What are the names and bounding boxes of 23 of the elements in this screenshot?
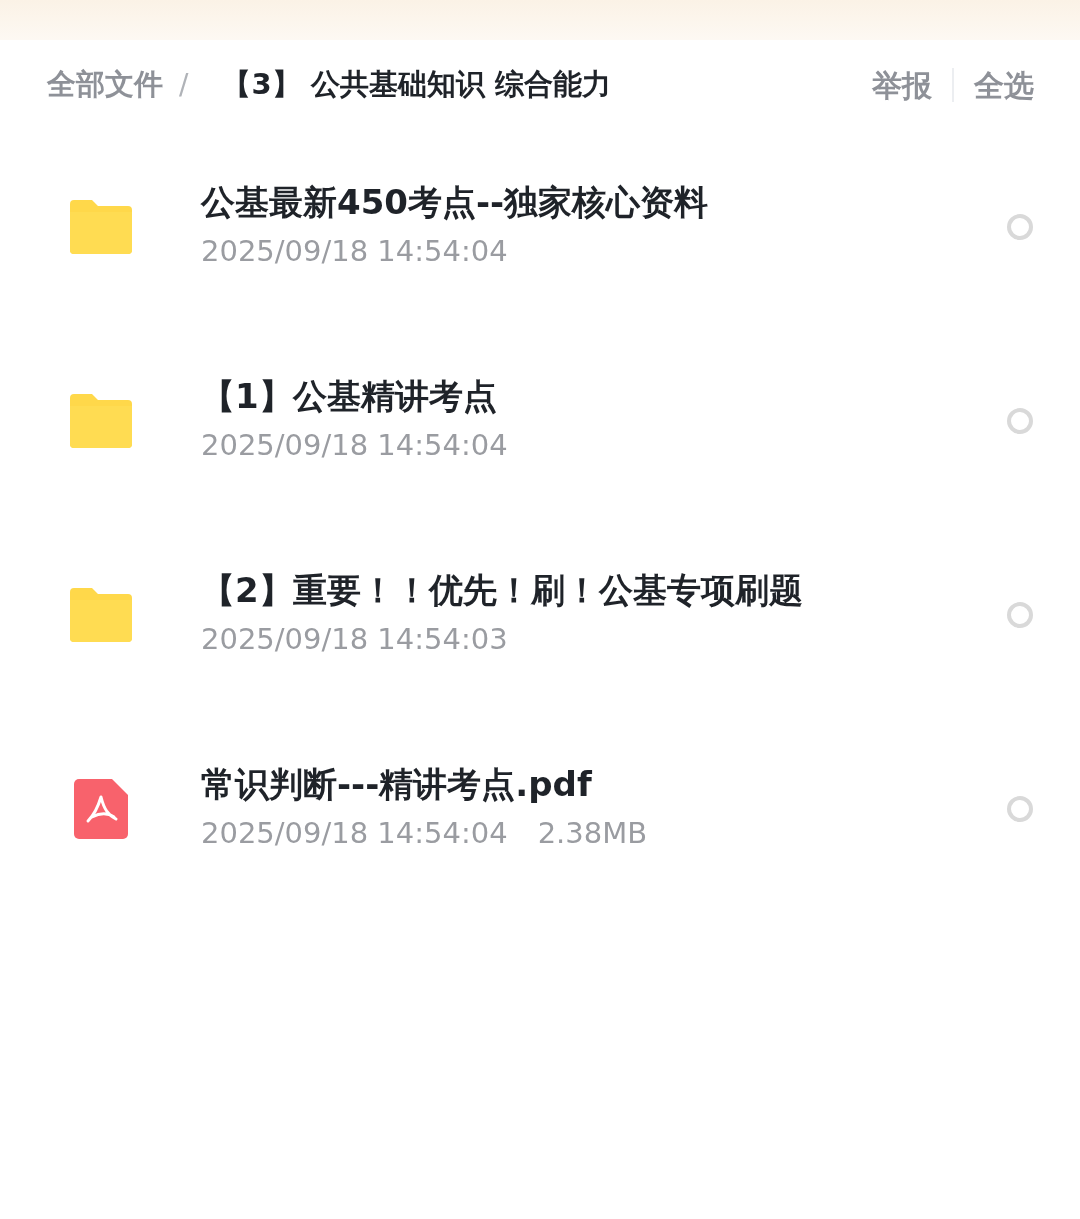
pdf-file-icon	[74, 779, 128, 839]
file-date: 2025/09/18 14:54:04	[201, 815, 508, 853]
select-radio[interactable]	[1007, 408, 1033, 434]
folder-icon	[70, 394, 132, 448]
folder-icon	[70, 200, 132, 254]
select-radio[interactable]	[1007, 796, 1033, 822]
current-folder-title: 【3】 公共基础知识 综合能力	[222, 66, 611, 104]
file-row[interactable]: 【1】公基精讲考点 2025/09/18 14:54:04	[0, 324, 1080, 518]
file-date: 2025/09/18 14:54:04	[201, 233, 508, 271]
breadcrumb-separator: /	[179, 67, 189, 103]
file-date: 2025/09/18 14:54:03	[201, 621, 508, 659]
file-row[interactable]: 公基最新450考点--独家核心资料 2025/09/18 14:54:04	[0, 130, 1080, 324]
folder-icon	[70, 588, 132, 642]
file-name: 常识判断---精讲考点.pdf	[201, 763, 593, 807]
select-radio[interactable]	[1007, 602, 1033, 628]
file-size: 2.38MB	[537, 815, 648, 853]
file-date: 2025/09/18 14:54:04	[201, 427, 508, 465]
select-radio[interactable]	[1007, 214, 1033, 240]
file-name: 【2】重要！！优先！刷！公基专项刷题	[201, 569, 804, 613]
file-name: 【1】公基精讲考点	[201, 375, 498, 419]
file-name: 公基最新450考点--独家核心资料	[201, 181, 710, 225]
file-row[interactable]: 【2】重要！！优先！刷！公基专项刷题 2025/09/18 14:54:03	[0, 518, 1080, 712]
file-row[interactable]: 常识判断---精讲考点.pdf 2025/09/18 14:54:04 2.38MB	[0, 712, 1080, 906]
